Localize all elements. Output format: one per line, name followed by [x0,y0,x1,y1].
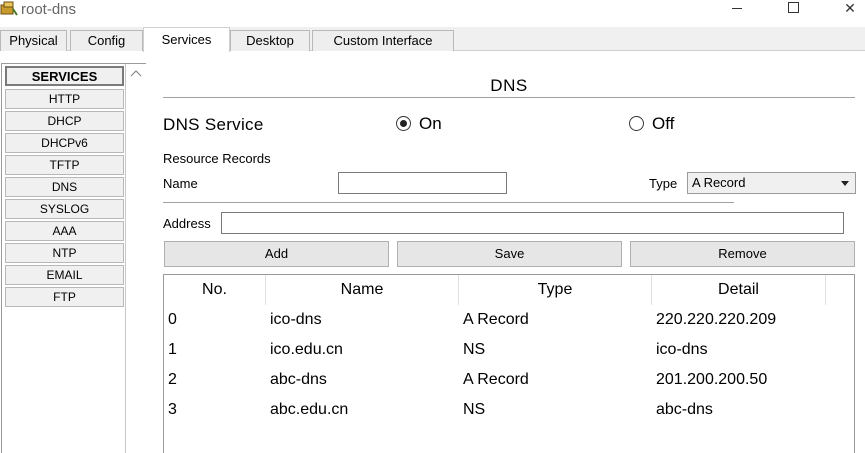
cell-type: NS [463,341,486,358]
address-input[interactable] [221,212,844,234]
close-icon: ✕ [844,0,856,16]
name-input[interactable] [338,172,507,194]
divider [163,202,734,203]
dropdown-arrow-icon [841,181,849,186]
tab-bar: Physical Config Services Desktop Custom … [0,27,865,52]
add-button[interactable]: Add [164,241,389,267]
save-button[interactable]: Save [397,241,622,267]
tab-config[interactable]: Config [70,30,143,51]
type-select[interactable]: A Record [687,172,856,194]
title-bar: root-dns ✕ [0,0,865,20]
radio-selected-dot [400,120,407,127]
dns-off-label[interactable]: Off [652,114,674,134]
dns-on-radio[interactable] [396,116,411,131]
cell-no: 0 [168,311,177,328]
tab-physical[interactable]: Physical [0,30,67,51]
records-table: No. Name Type Detail 0 ico-dns A Record … [163,274,855,453]
maximize-button[interactable] [778,0,808,18]
cell-type: A Record [463,311,529,328]
resource-records-label: Resource Records [163,151,271,166]
type-select-value: A Record [692,175,746,190]
scroll-up-icon[interactable] [130,68,142,78]
sidebar-scrollbar[interactable] [125,64,146,453]
sidebar-item-tftp[interactable]: TFTP [5,155,124,175]
sidebar-item-email[interactable]: EMAIL [5,265,124,285]
sidebar-item-ntp[interactable]: NTP [5,243,124,263]
column-header-type[interactable]: Type [459,275,652,305]
type-label: Type [649,176,678,191]
sidebar-item-ftp[interactable]: FTP [5,287,124,307]
cell-name: abc-dns [270,371,327,388]
sidebar-item-aaa[interactable]: AAA [5,221,124,241]
dns-on-label[interactable]: On [419,114,442,134]
divider [163,97,855,98]
column-header-detail[interactable]: Detail [652,275,826,305]
cell-detail: 220.220.220.209 [656,311,777,328]
cell-type: A Record [463,371,529,388]
close-button[interactable]: ✕ [835,0,865,18]
column-header-no[interactable]: No. [164,275,266,305]
cell-detail: ico-dns [656,341,708,358]
sidebar-item-syslog[interactable]: SYSLOG [5,199,124,219]
app-icon [0,1,18,16]
tab-custom-interface[interactable]: Custom Interface [312,30,454,51]
services-header[interactable]: SERVICES [5,66,124,86]
maximize-icon [788,2,799,13]
tab-desktop[interactable]: Desktop [230,30,310,51]
cell-name: abc.edu.cn [270,401,349,418]
minimize-icon [732,8,742,9]
sidebar-item-dhcp[interactable]: DHCP [5,111,124,131]
page-title: DNS [490,76,528,95]
column-header-name[interactable]: Name [266,275,459,305]
dns-service-label: DNS Service [163,115,264,134]
sidebar-item-dhcpv6[interactable]: DHCPv6 [5,133,124,153]
dns-off-radio[interactable] [629,116,644,131]
name-label: Name [163,176,198,191]
cell-no: 3 [168,401,177,418]
services-list: SERVICES HTTP DHCP DHCPv6 TFTP DNS SYSLO… [1,63,146,453]
sidebar-item-dns[interactable]: DNS [5,177,124,197]
tab-services[interactable]: Services [143,27,230,52]
cell-no: 1 [168,341,177,358]
cell-name: ico.edu.cn [270,341,343,358]
remove-button[interactable]: Remove [630,241,855,267]
sidebar-item-http[interactable]: HTTP [5,89,124,109]
cell-type: NS [463,401,486,418]
window-title: root-dns [21,1,77,18]
minimize-button[interactable] [722,0,752,18]
cell-name: ico-dns [270,311,322,328]
address-label: Address [163,216,211,231]
cell-detail: abc-dns [656,401,713,418]
cell-no: 2 [168,371,177,388]
cell-detail: 201.200.200.50 [656,371,768,388]
